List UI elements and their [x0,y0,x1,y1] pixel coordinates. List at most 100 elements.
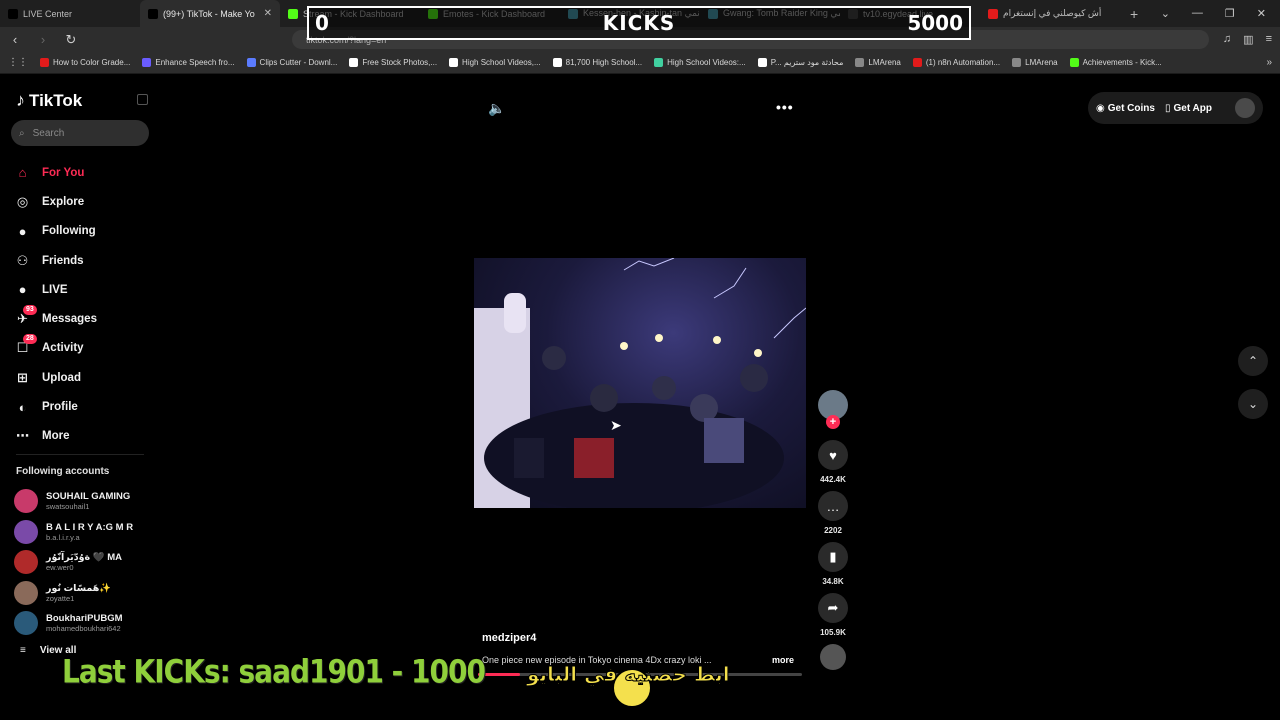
following-account[interactable]: BoukhariPUBGM mohamedboukhari642 [14,608,133,639]
main-menu: ⌂ For You ◎ Explore ● Following ⚇ Friends ● LIVE ✈… [13,158,97,451]
browser-tab[interactable]: أش كيوصلني في إنستغرام [980,0,1120,27]
share-action: ➦ 105.9K [818,593,848,638]
menu-item-label: Activity [42,342,84,355]
browser-tab[interactable]: LIVE Center [0,0,140,27]
volume-icon[interactable]: 🔈 [488,100,505,117]
forward-icon[interactable]: › [36,32,50,47]
bookmark-item[interactable]: 81,700 High School... [552,58,643,67]
bookmark-favicon-icon [246,58,256,67]
get-app-button[interactable]: ▯ Get App [1165,103,1212,114]
restore-icon[interactable]: ❐ [1225,7,1235,20]
menu-item-upload[interactable]: ⊞ Upload [13,363,97,392]
bookmark-item[interactable]: P... محادثة مود ستريم [757,58,844,67]
menu-item-messages[interactable]: ✈ 93 Messages [13,304,97,333]
minimize-icon[interactable]: — [1192,7,1203,20]
following-account[interactable]: ةوُدّيَرآنّوُر 🖤 MA ew.wer0 [14,547,133,578]
sidebar-divider [16,454,144,455]
menu-item-explore[interactable]: ◎ Explore [13,187,97,216]
bookmark-favicon-icon [449,58,459,67]
bookmark-label: P... محادثة مود ستريم [770,58,844,67]
arabic-caption-overlay: ابط حصنيه في البايو [527,662,731,687]
apps-icon[interactable]: ⋮⋮ [8,57,28,68]
following-accounts-list: SOUHAIL GAMING swatsouhail1 B A L I R Y A:… [14,486,133,639]
collapse-sidebar-icon[interactable] [137,94,148,105]
menu-item-for-you[interactable]: ⌂ For You [13,158,97,187]
close-tab-icon[interactable]: ✕ [264,8,272,19]
menu-item-profile[interactable]: ◐ Profile [13,392,97,421]
media-icon[interactable]: ♫ [1223,33,1231,46]
comment-icon[interactable]: … [818,491,848,521]
bookmarks-overflow-icon[interactable]: » [1266,57,1272,68]
bookmark-label: 81,700 High School... [565,58,643,67]
like-action: ♥ 442.4K [818,440,848,485]
get-coins-button[interactable]: ◉ Get Coins [1096,103,1155,114]
tab-title: LIVE Center [23,8,73,19]
bookmark-item[interactable]: Clips Cutter - Downl... [246,58,337,67]
previous-video-button[interactable]: ⌃ [1238,346,1268,376]
home-icon: ⌂ [18,165,27,181]
following-accounts-title: Following accounts [16,466,110,477]
bookmark-item[interactable]: LMArena [1012,58,1058,67]
bookmark-label: Enhance Speech fro... [155,58,235,67]
account-handle: ew.wer0 [46,563,74,573]
user-avatar[interactable] [1235,98,1255,118]
bookmark-icon[interactable]: ▮ [818,542,848,572]
like-icon[interactable]: ♥ [818,440,848,470]
creator-avatar[interactable]: + [818,390,848,429]
bookmark-item[interactable]: (1) n8n Automation... [912,58,1000,67]
video-options-icon[interactable]: ••• [776,99,794,115]
menu-item-label: Following [42,225,96,238]
bookmark-label: Achievements - Kick... [1082,58,1162,67]
browser-tab[interactable]: (99+) TikTok - Make Yo ✕ [140,0,280,27]
profile-icon: ◐ [18,399,27,415]
menu-item-live[interactable]: ● LIVE [13,275,97,304]
bookmark-item[interactable]: High School Videos,... [449,58,541,67]
bookmark-item[interactable]: High School Videos:... [654,58,746,67]
menu-item-label: Friends [42,254,84,267]
bookmark-item[interactable]: How to Color Grade... [40,58,130,67]
bookmark-item[interactable]: Free Stock Photos,... [349,58,437,67]
reload-icon[interactable]: ↻ [64,32,78,48]
menu-icon[interactable]: ≡ [1266,33,1272,46]
notification-badge: 28 [23,333,37,344]
following-account[interactable]: SOUHAIL GAMING swatsouhail1 [14,486,133,517]
menu-item-following[interactable]: ● Following [13,217,97,246]
bookmark-item[interactable]: LMArena [855,58,901,67]
menu-item-label: For You [42,166,85,179]
bookmark-item[interactable]: Achievements - Kick... [1069,58,1162,67]
following-account[interactable]: هَمسًات نُور✨ zoyatte1 [14,578,133,609]
menu-item-more[interactable]: ⋯ More [13,422,97,451]
menu-item-label: More [42,430,70,443]
follow-plus-icon[interactable]: + [826,415,840,429]
share-icon[interactable]: ➦ [818,593,848,623]
video-player[interactable] [474,258,806,508]
back-icon[interactable]: ‹ [8,32,22,47]
list-icon: ≡ [20,645,26,656]
account-name: ةوُدّيَرآنّوُر 🖤 MA [46,552,123,564]
search-input[interactable]: ⌕ Search [11,120,149,146]
account-handle: b.a.l.i.r.y.a [46,532,80,542]
video-username[interactable]: medziper4 [482,632,536,644]
sidebar-icon[interactable]: ▥ [1243,33,1253,46]
tab-search-icon[interactable]: ⌄ [1161,7,1170,20]
video-frame [474,258,806,508]
bookmark-item[interactable]: Enhance Speech fro... [142,58,235,67]
compass-icon: ◎ [16,193,29,209]
search-icon: ⌕ [19,127,25,139]
following-account[interactable]: B A L I R Y A:G M Rb.a.l.i.r.y.a [14,517,133,548]
new-tab-button[interactable]: + [1120,6,1148,22]
close-window-icon[interactable]: ✕ [1257,7,1266,20]
menu-item-friends[interactable]: ⚇ Friends [13,246,97,275]
caption-more-button[interactable]: more [772,655,794,665]
music-disc-icon[interactable] [820,644,846,670]
friends-icon: ⚇ [16,252,29,268]
account-handle: zoyatte1 [46,593,75,603]
menu-item-label: Upload [42,371,81,384]
tiktok-logo[interactable]: ♪ TikTok [16,90,82,111]
like-count: 442.4K [820,475,846,484]
next-video-button[interactable]: ⌄ [1238,389,1268,419]
chevron-up-icon: ⌃ [1247,354,1259,368]
menu-item-activity[interactable]: ☐ 28 Activity [13,333,97,363]
bookmark-label: LMArena [868,58,901,67]
avatar [14,611,38,636]
